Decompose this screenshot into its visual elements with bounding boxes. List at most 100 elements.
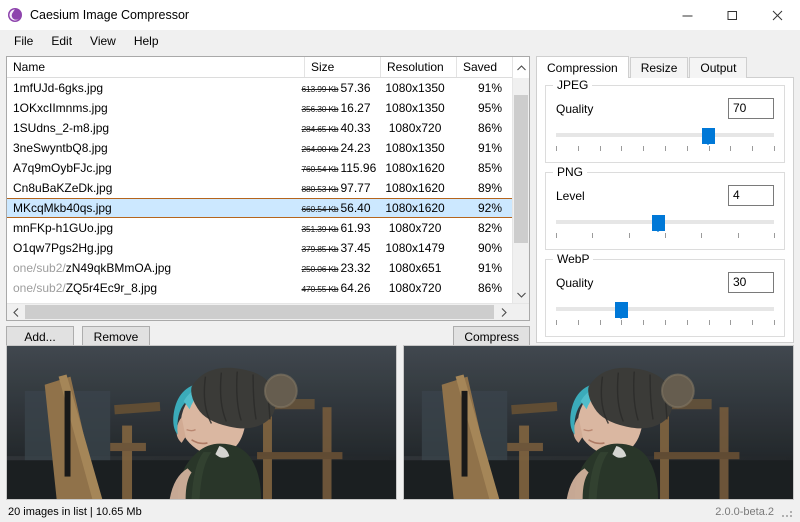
settings-pane: Compression Resize Output JPEG Quality 7…: [534, 52, 800, 381]
file-list[interactable]: Name Size Resolution Saved 1mfUJd-6gks.j…: [6, 56, 530, 321]
cell-saved: 90%: [477, 241, 502, 255]
vertical-scrollbar[interactable]: [512, 78, 529, 303]
maximize-icon[interactable]: [710, 0, 755, 30]
jpeg-group-legend: JPEG: [553, 78, 593, 92]
caesium-logo-icon: [7, 7, 23, 23]
cell-resolution: 1080x651: [388, 261, 442, 275]
horizontal-scrollbar[interactable]: [7, 303, 529, 320]
column-header-resolution[interactable]: Resolution: [381, 57, 457, 77]
table-row[interactable]: Cn8uBaKZeDk.jpg 880.53 Kb 97.77 1080x1620 89…: [7, 178, 512, 198]
webp-group: WebP Quality 30: [545, 252, 785, 337]
jpeg-quality-input[interactable]: 70: [728, 98, 774, 119]
compressed-size: 57.36: [340, 81, 371, 95]
original-size: 760.54 Kb: [301, 164, 339, 174]
cell-size: 660.54 Kb 56.40: [302, 201, 378, 215]
original-size: 351.39 Kb: [301, 224, 339, 234]
cell-name: 1OKxcIImnms.jpg: [7, 101, 302, 115]
table-row[interactable]: 1mfUJd-6gks.jpg 613.99 Kb 57.36 1080x1350 91…: [7, 78, 512, 98]
cell-name: 1mfUJd-6gks.jpg: [7, 81, 302, 95]
cell-saved: 85%: [477, 161, 502, 175]
cell-resolution: 1080x1620: [385, 201, 445, 215]
menu-edit[interactable]: Edit: [42, 32, 81, 50]
minimize-icon[interactable]: [665, 0, 710, 30]
cell-name: 3neSwyntbQ8.jpg: [7, 141, 302, 155]
png-slider-handle[interactable]: [651, 215, 665, 232]
slider-tick: [752, 146, 754, 151]
png-level-label: Level: [556, 188, 585, 203]
slider-tick: [556, 320, 557, 325]
cell-size: 880.53 Kb 97.77: [302, 181, 378, 195]
preview-compressed-image: [404, 346, 793, 499]
cell-size: 613.99 Kb 57.36: [302, 81, 378, 95]
cell-saved: 91%: [477, 141, 502, 155]
tab-resize[interactable]: Resize: [629, 57, 689, 78]
table-row[interactable]: 1SUdns_2-m8.jpg 284.65 Kb 40.33 1080x720 86%: [7, 118, 512, 138]
compressed-size: 61.93: [340, 221, 371, 235]
main-area: Name Size Resolution Saved 1mfUJd-6gks.j…: [0, 52, 800, 381]
cell-resolution: 1080x1479: [385, 241, 445, 255]
horizontal-scrollbar-thumb[interactable]: [25, 305, 494, 319]
cell-resolution: 1080x1620: [385, 161, 445, 175]
window-controls: [665, 0, 800, 30]
compressed-size: 37.45: [340, 241, 371, 255]
menu-file[interactable]: File: [5, 32, 42, 50]
slider-tick: [599, 320, 601, 325]
cell-name: A7q9mOybFJc.jpg: [7, 161, 302, 175]
scroll-right-icon[interactable]: [495, 304, 512, 320]
jpeg-slider-handle[interactable]: [702, 128, 716, 145]
slider-tick: [730, 146, 732, 151]
scroll-left-icon[interactable]: [7, 304, 24, 320]
webp-quality-slider[interactable]: [556, 302, 775, 328]
tab-compression[interactable]: Compression: [536, 56, 629, 78]
cell-size: 379.85 Kb 37.45: [302, 241, 378, 255]
table-row[interactable]: one/sub2/ZQ5r4Ec9r_8.jpg 470.55 Kb 64.26 10…: [7, 278, 512, 298]
file-name: 1OKxcIImnms.jpg: [13, 101, 108, 115]
table-row[interactable]: MKcqMkb40qs.jpg 660.54 Kb 56.40 1080x1620 92…: [7, 198, 512, 218]
close-icon[interactable]: [755, 0, 800, 30]
compressed-size: 23.32: [340, 261, 371, 275]
table-row[interactable]: one/sub2/zN49qkBMmOA.jpg 250.06 Kb 23.32 10…: [7, 258, 512, 278]
resize-grip-icon[interactable]: [780, 505, 794, 519]
compressed-size: 97.77: [340, 181, 371, 195]
webp-slider-handle[interactable]: [614, 302, 628, 319]
png-level-slider[interactable]: [556, 215, 775, 241]
cell-saved: 91%: [477, 261, 502, 275]
preview-area: [0, 345, 800, 500]
menu-view[interactable]: View: [81, 32, 125, 50]
cell-saved: 89%: [477, 181, 502, 195]
jpeg-quality-slider[interactable]: [556, 128, 775, 154]
table-row[interactable]: 3neSwyntbQ8.jpg 264.00 Kb 24.23 1080x1350 91…: [7, 138, 512, 158]
table-row[interactable]: O1qw7Pgs2Hg.jpg 379.85 Kb 37.45 1080x1479 90…: [7, 238, 512, 258]
slider-tick: [628, 233, 630, 238]
slider-tick: [686, 146, 688, 151]
table-row[interactable]: A7q9mOybFJc.jpg 760.54 Kb 115.96 1080x1620 8…: [7, 158, 512, 178]
cell-size: 264.00 Kb 24.23: [302, 141, 378, 155]
file-name: 1mfUJd-6gks.jpg: [13, 81, 104, 95]
column-header-size[interactable]: Size: [305, 57, 381, 77]
compressed-size: 64.26: [340, 281, 371, 295]
vertical-scrollbar-thumb[interactable]: [514, 95, 528, 243]
slider-tick: [643, 320, 645, 325]
file-name: Cn8uBaKZeDk.jpg: [13, 181, 113, 195]
png-level-input[interactable]: 4: [728, 185, 774, 206]
compression-panel: JPEG Quality 70 PNG Level 4 WebP Quality…: [536, 77, 794, 381]
app-window: Caesium Image Compressor File Edit View …: [0, 0, 800, 522]
table-row[interactable]: mnFKp-h1GUo.jpg 351.39 Kb 61.93 1080x720 82%: [7, 218, 512, 238]
status-left: 20 images in list | 10.65 Mb: [8, 505, 142, 518]
png-group-legend: PNG: [553, 165, 588, 179]
slider-tick: [708, 146, 710, 151]
tab-output[interactable]: Output: [689, 57, 748, 78]
jpeg-slider-ticks: [556, 146, 775, 154]
scroll-down-icon[interactable]: [513, 286, 529, 303]
webp-quality-input[interactable]: 30: [728, 272, 774, 293]
cell-resolution: 1080x1350: [385, 141, 445, 155]
menu-help[interactable]: Help: [125, 32, 168, 50]
preview-original[interactable]: [6, 345, 397, 500]
slider-tick: [730, 320, 732, 325]
column-header-name[interactable]: Name: [7, 57, 305, 77]
table-row[interactable]: 1OKxcIImnms.jpg 356.30 Kb 16.27 1080x1350 95…: [7, 98, 512, 118]
scroll-up-icon[interactable]: [512, 57, 529, 78]
column-header-saved[interactable]: Saved: [457, 57, 517, 77]
preview-compressed[interactable]: [403, 345, 794, 500]
original-size: 613.99 Kb: [301, 84, 339, 94]
